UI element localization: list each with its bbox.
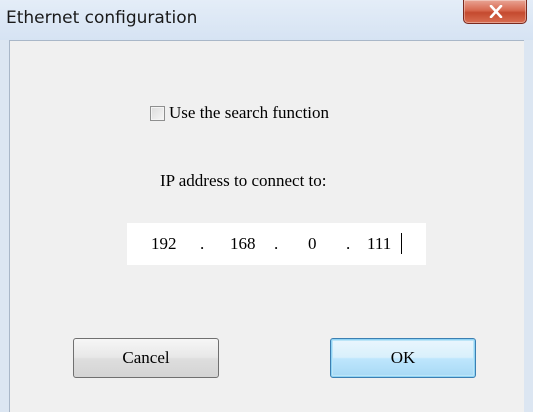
use-search-checkbox-row[interactable]: Use the search function bbox=[150, 103, 329, 123]
use-search-checkbox[interactable] bbox=[150, 105, 165, 121]
ip-separator-2: . bbox=[274, 234, 279, 253]
ip-octet-2[interactable]: 168 bbox=[230, 234, 256, 254]
window-title: Ethernet configuration bbox=[6, 8, 198, 28]
ip-octet-4[interactable]: 111 bbox=[367, 234, 391, 254]
ip-separator-1: . bbox=[200, 234, 205, 253]
ip-address-input[interactable]: 192 . 168 . 0 . 111 bbox=[127, 223, 426, 265]
use-search-label[interactable]: Use the search function bbox=[169, 103, 329, 123]
ip-separator-3: . bbox=[346, 234, 351, 253]
title-bar[interactable]: Ethernet configuration bbox=[0, 0, 533, 40]
ip-octet-3[interactable]: 0 bbox=[308, 234, 317, 254]
close-button[interactable] bbox=[463, 0, 527, 24]
ip-octet-1[interactable]: 192 bbox=[151, 234, 177, 254]
cancel-button[interactable]: Cancel bbox=[73, 338, 219, 378]
ethernet-configuration-window: Ethernet configuration Use the search fu… bbox=[0, 0, 533, 412]
ok-button[interactable]: OK bbox=[330, 338, 476, 378]
ip-address-label: IP address to connect to: bbox=[160, 171, 327, 190]
close-icon bbox=[489, 5, 503, 18]
text-caret bbox=[401, 233, 402, 254]
